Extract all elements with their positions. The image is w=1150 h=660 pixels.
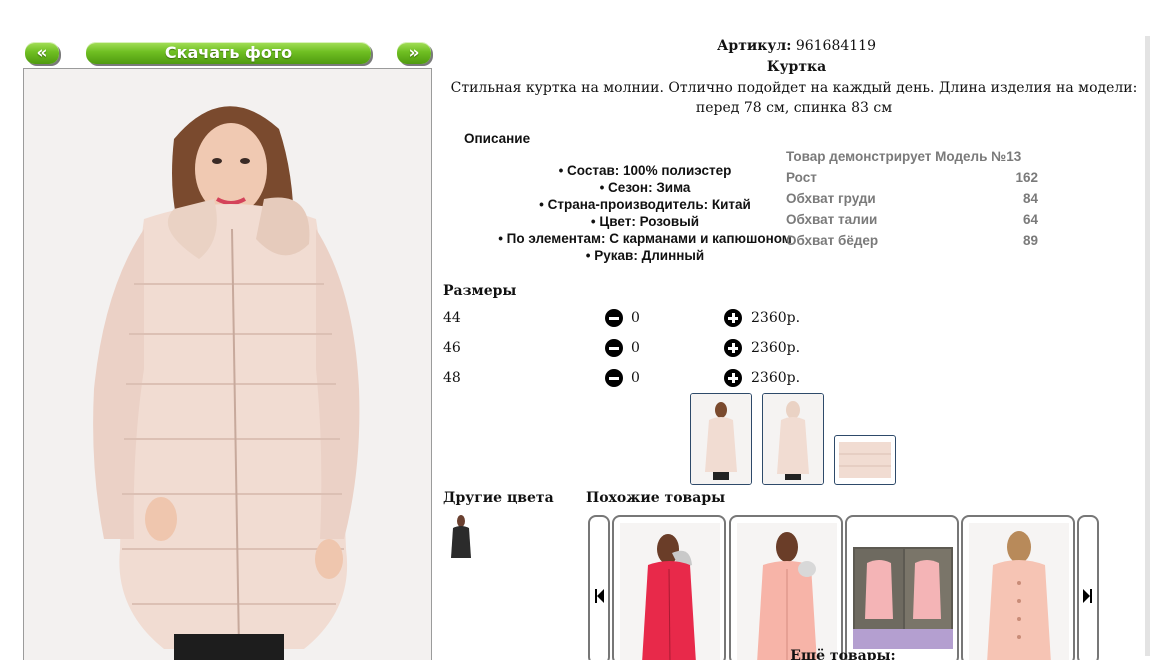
- properties-list: • Состав: 100% полиэстер • Сезон: Зима •…: [450, 162, 840, 264]
- plus-icon[interactable]: [724, 339, 742, 357]
- property-item: • По элементам: С карманами и капюшоном: [498, 231, 792, 246]
- size-label: 48: [443, 370, 461, 386]
- model-value: 84: [1022, 191, 1038, 206]
- similar-product-image: [853, 547, 953, 649]
- similar-product-card[interactable]: [961, 515, 1075, 660]
- similar-product-image: [969, 523, 1069, 660]
- other-colors-heading: Другие цвета: [443, 490, 554, 506]
- similar-product-card[interactable]: [845, 515, 959, 660]
- model-label: Обхват бёдер: [786, 233, 879, 248]
- quantity-value: 0: [631, 370, 640, 386]
- skip-back-icon: [595, 589, 604, 603]
- next-photo-button[interactable]: »: [397, 42, 431, 64]
- model-heading: Товар демонстрирует Модель №13: [786, 149, 1022, 164]
- size-row: 44 0 2360р.: [443, 308, 843, 328]
- property-item: • Сезон: Зима: [599, 180, 691, 195]
- size-price: 2360р.: [751, 310, 801, 326]
- more-products-link[interactable]: Ещё товары:: [443, 648, 1150, 660]
- size-label: 46: [443, 340, 461, 356]
- thumbnail-image: [839, 442, 891, 478]
- download-photo-button[interactable]: Скачать фото: [86, 42, 371, 64]
- photo-thumbnail[interactable]: [762, 393, 824, 485]
- similar-product-card[interactable]: [612, 515, 726, 660]
- article-value: 961684119: [795, 38, 876, 54]
- product-description: Стильная куртка на молнии. Отлично подой…: [450, 80, 1138, 116]
- model-value: 162: [1015, 170, 1038, 185]
- size-row: 48 0 2360р.: [443, 368, 843, 388]
- quantity-value: 0: [631, 340, 640, 356]
- article-line: Артикул: 961684119: [443, 38, 1150, 54]
- model-label: Обхват талии: [786, 212, 878, 227]
- property-item: • Рукав: Длинный: [585, 248, 705, 263]
- plus-icon[interactable]: [724, 309, 742, 327]
- color-variant-black[interactable]: [448, 514, 474, 562]
- photo-thumbnail[interactable]: [834, 435, 896, 485]
- carousel-prev-button[interactable]: [588, 515, 610, 660]
- model-value: 64: [1022, 212, 1038, 227]
- size-label: 44: [443, 310, 461, 326]
- model-row: Обхват бёдер 89: [786, 230, 1040, 251]
- product-title: Куртка: [766, 59, 827, 75]
- color-variant-image: [451, 515, 471, 558]
- minus-icon[interactable]: [605, 309, 623, 327]
- description-heading: Описание: [464, 131, 531, 146]
- minus-icon[interactable]: [605, 339, 623, 357]
- minus-icon[interactable]: [605, 369, 623, 387]
- thumbnail-image: [763, 394, 823, 484]
- size-row: 46 0 2360р.: [443, 338, 843, 358]
- carousel-next-button[interactable]: [1077, 515, 1099, 660]
- model-value: 89: [1022, 233, 1038, 248]
- thumbnail-image: [691, 394, 751, 484]
- photo-thumbnail[interactable]: [690, 393, 752, 485]
- page-scrollbar[interactable]: [1145, 36, 1150, 656]
- model-row: Обхват груди 84: [786, 188, 1040, 209]
- model-label: Рост: [786, 170, 817, 185]
- similar-product-image: [620, 523, 720, 660]
- similar-products-heading: Похожие товары: [586, 490, 726, 506]
- model-measurements: Товар демонстрирует Модель №13 Рост 162 О…: [786, 146, 1040, 251]
- property-item: • Цвет: Розовый: [590, 214, 700, 229]
- main-photo-image: [24, 69, 431, 660]
- sizes-heading: Размеры: [443, 283, 517, 299]
- model-row: Рост 162: [786, 167, 1040, 188]
- property-item: • Состав: 100% полиэстер: [558, 163, 732, 178]
- property-item: • Страна-производитель: Китай: [539, 197, 751, 212]
- article-label: Артикул:: [717, 38, 792, 54]
- model-row: Обхват талии 64: [786, 209, 1040, 230]
- prev-photo-button[interactable]: «: [25, 42, 59, 64]
- size-price: 2360р.: [751, 370, 801, 386]
- size-price: 2360р.: [751, 340, 801, 356]
- plus-icon[interactable]: [724, 369, 742, 387]
- main-product-photo[interactable]: [23, 68, 432, 660]
- quantity-value: 0: [631, 310, 640, 326]
- similar-product-card[interactable]: [729, 515, 843, 660]
- model-label: Обхват груди: [786, 191, 876, 206]
- skip-forward-icon: [1083, 589, 1092, 603]
- similar-product-image: [737, 523, 837, 660]
